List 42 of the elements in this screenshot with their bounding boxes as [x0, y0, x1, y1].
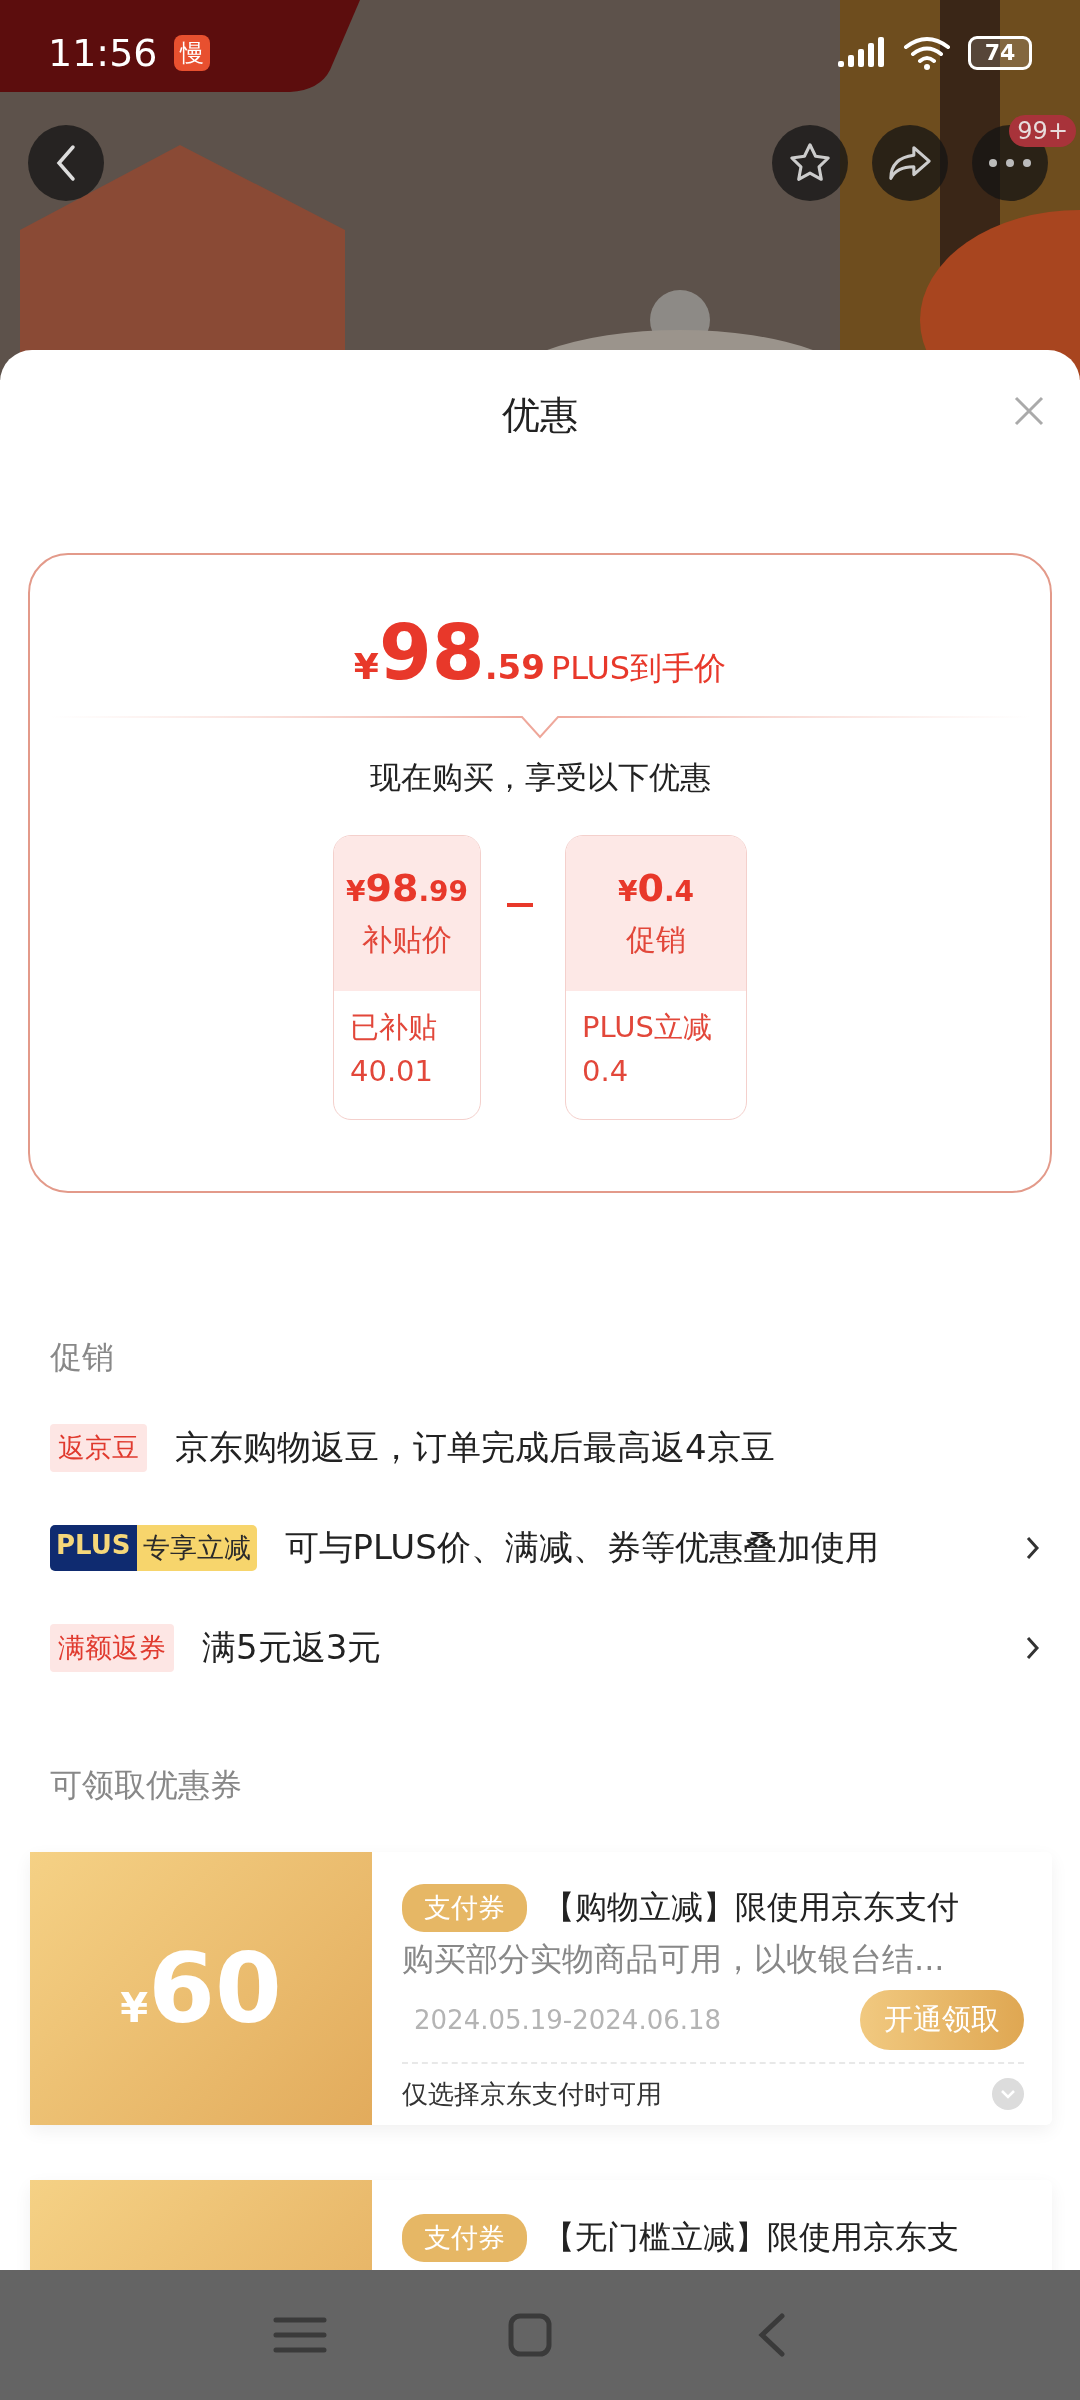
- coupon-condition: 仅选择京东支付时可用: [402, 2077, 662, 2111]
- coupon-tag: 支付券: [402, 2214, 527, 2262]
- share-icon: [887, 143, 933, 183]
- part-note: PLUS立减: [582, 1009, 713, 1046]
- minus-icon: [507, 903, 533, 907]
- price-decimal: .59: [484, 647, 545, 687]
- currency-symbol: ¥: [353, 646, 379, 687]
- menu-icon[interactable]: [272, 2315, 328, 2355]
- section-heading: 可领取优惠券: [50, 1765, 243, 1806]
- back-icon[interactable]: [757, 2313, 787, 2357]
- part-note-value: 40.01: [350, 1053, 435, 1090]
- home-icon[interactable]: [508, 2313, 552, 2357]
- part-amount: ¥0.4: [617, 866, 695, 910]
- coupon-tag: 支付券: [402, 1883, 527, 1932]
- coupon-description: 购买部分实物商品可用，以收银台结...: [402, 1938, 946, 1980]
- promotion-tag: 满额返券: [50, 1624, 174, 1672]
- clock: 11:56: [48, 30, 158, 75]
- chevron-down-icon: [1000, 2089, 1016, 2100]
- part-amount: ¥98.99: [346, 866, 468, 910]
- part-label: 促销: [626, 921, 686, 959]
- notification-badge: 99+: [1009, 115, 1076, 147]
- expand-button[interactable]: [992, 2078, 1024, 2111]
- sheet-title: 优惠: [502, 391, 578, 439]
- benefits-subtitle: 现在购买，享受以下优惠: [369, 758, 711, 797]
- price-label: PLUS到手价: [550, 648, 727, 689]
- more-icon: [988, 158, 1032, 168]
- coupon-title: 【购物立减】限使用京东支付: [543, 1886, 959, 1928]
- part-note-value: 0.4: [582, 1053, 630, 1090]
- part-note: 已补贴: [350, 1009, 438, 1046]
- coupon-title: 【无门槛立减】限使用京东支: [543, 2217, 959, 2258]
- battery-icon: 74: [968, 35, 1032, 70]
- section-heading: 促销: [50, 1337, 115, 1378]
- price-integer: 98: [378, 615, 485, 691]
- wifi-icon: [902, 34, 952, 71]
- coupon-amount: ¥60: [120, 1932, 282, 2045]
- promotion-text: 满5元返3元: [202, 1626, 382, 1669]
- promotion-text: 可与PLUS价、满减、券等优惠叠加使用: [284, 1526, 879, 1569]
- coupon-validity: 2024.05.19-2024.06.18: [414, 2004, 722, 2035]
- promotion-tag: 返京豆: [50, 1424, 147, 1472]
- claim-button[interactable]: 开通领取: [860, 1989, 1024, 2050]
- promotion-text: 京东购物返豆，订单完成后最高返4京豆: [175, 1426, 775, 1469]
- part-label: 补贴价: [362, 921, 452, 959]
